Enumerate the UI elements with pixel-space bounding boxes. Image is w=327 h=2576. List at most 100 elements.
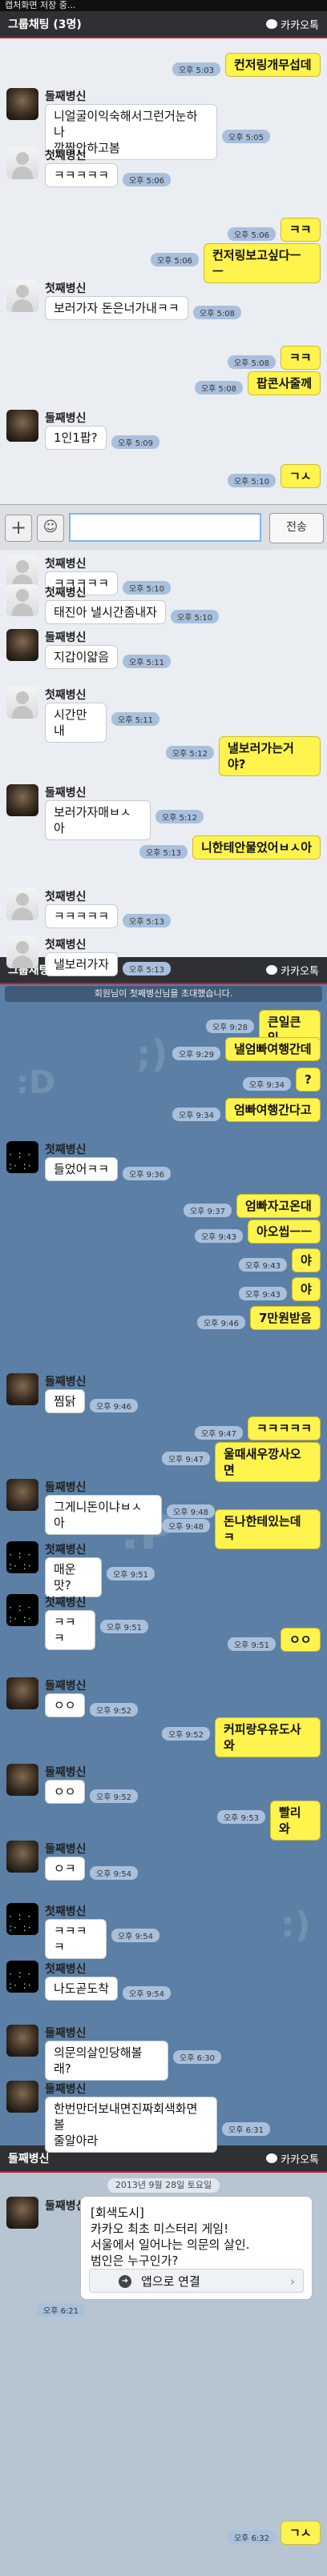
avatar[interactable] [6, 2197, 38, 2229]
avatar[interactable] [6, 629, 38, 661]
friend-message-bubble[interactable]: ㅇㅇ [45, 1693, 85, 1717]
avatar[interactable] [6, 584, 38, 616]
kakaotalk-icon [266, 965, 278, 975]
avatar[interactable] [6, 2025, 38, 2057]
sender-name: 첫째병신 [45, 558, 87, 571]
friend-message-bubble[interactable]: 매운맛? [45, 1557, 102, 1597]
avatar[interactable] [6, 1594, 38, 1626]
friend-message-bubble[interactable]: 나도곧도착 [45, 1977, 118, 2001]
message-time: 오후 9:48 [167, 1504, 216, 1518]
kakaotalk-icon [266, 19, 278, 29]
open-app-button[interactable]: ➜ 앱으로 연결 › [89, 2269, 304, 2293]
friend-message-bubble[interactable]: 1인1팝? [45, 426, 107, 450]
friend-message-bubble[interactable]: 그게니돈이냐ㅂㅅ아 [45, 1495, 162, 1535]
send-button[interactable]: 전송 [269, 513, 324, 543]
emoticon-button[interactable]: ☺ [37, 515, 64, 542]
friend-message-bubble[interactable]: ㅋㅋㅋㅋㅋ [45, 163, 118, 187]
my-message-bubble[interactable]: 7만원받음 [250, 1306, 321, 1330]
my-message-bubble[interactable]: 엄빠자고온대 [236, 1194, 321, 1218]
avatar[interactable] [6, 555, 38, 587]
my-message-bubble[interactable]: 컨저링보고싶다ㅡㅡ [204, 243, 321, 283]
my-message-bubble[interactable]: ㅇㅇ [281, 1628, 321, 1652]
friend-message-bubble[interactable]: ㅇㅇ [45, 1780, 85, 1804]
message-time: 오후 5:10 [171, 610, 220, 623]
my-message-bubble[interactable]: 커피랑우유도사와 [215, 1717, 321, 1757]
avatar[interactable] [6, 1541, 38, 1573]
friend-message-bubble[interactable]: ㅇㅋ [45, 1857, 85, 1881]
friend-message-bubble[interactable]: 의문의살인당해볼래? [45, 2041, 168, 2081]
avatar[interactable] [6, 410, 38, 442]
message-time: 오후 9:51 [107, 1567, 155, 1580]
avatar[interactable] [6, 1903, 38, 1935]
avatar[interactable] [6, 936, 38, 968]
avatar[interactable] [6, 2081, 38, 2113]
my-message-bubble[interactable]: 돈나한테있는데ㅋ [215, 1509, 321, 1549]
screenshot-page: ;) :D :P :-P :) 캡처화면 저장 중... 그룹채팅 (3명) 카… [0, 0, 327, 2576]
my-message-bubble[interactable]: ? [296, 1068, 321, 1092]
message-time: 오후 9:29 [172, 1047, 220, 1060]
avatar[interactable] [6, 888, 38, 920]
friend-message-bubble[interactable]: 지갑이얇음 [45, 645, 118, 669]
avatar[interactable] [6, 1373, 38, 1405]
date-separator: 2013년 9월 28일 토요일 [0, 2178, 327, 2193]
sender-name: 둘째병신 [45, 1376, 87, 1388]
attach-button[interactable]: + [5, 515, 32, 542]
message-time: 오후 9:36 [123, 1167, 172, 1180]
sender-name: 첫째병신 [45, 1905, 87, 1918]
friend-message-bubble[interactable]: ㅋㅋㅋㅋ [45, 1919, 107, 1959]
friend-message-bubble[interactable]: 들었어ㅋㅋ [45, 1157, 118, 1181]
avatar[interactable] [6, 1841, 38, 1873]
message-time: 오후 9:43 [238, 1258, 287, 1272]
message-time: 오후 9:54 [123, 1986, 172, 2000]
friend-message-bubble[interactable]: 보러가자매ㅂㅅ아 [45, 800, 151, 840]
my-message-bubble[interactable]: 야 [292, 1277, 321, 1301]
my-message-bubble[interactable]: ㄱㅅ [281, 464, 321, 488]
friend-message-bubble[interactable]: 태진아 낼시간좀내자 [45, 600, 166, 624]
my-message-bubble[interactable]: 울때새우깡사오면 [215, 1442, 321, 1482]
brand-text: 카카오톡 [281, 19, 319, 32]
avatar[interactable] [6, 1961, 38, 1993]
friend-message-bubble[interactable]: 찜닭 [45, 1389, 85, 1413]
avatar[interactable] [6, 784, 38, 816]
my-message-bubble[interactable]: 낼보러가는거야? [219, 736, 321, 776]
my-message-bubble[interactable]: 야 [292, 1248, 321, 1272]
friend-message-bubble[interactable]: ㅋㅋㅋㅋㅋ [45, 904, 118, 928]
message-time: 오후 5:11 [111, 712, 160, 726]
friend-message-bubble[interactable]: 한번만더보내면진짜회색화면볼 줄알아라 [45, 2097, 217, 2153]
avatar[interactable] [6, 1479, 38, 1511]
avatar[interactable] [6, 88, 38, 120]
message-time: 오후 9:47 [194, 1426, 243, 1440]
my-message-bubble[interactable]: ㅋㅋ [281, 218, 321, 242]
avatar[interactable] [6, 280, 38, 312]
sender-name: 둘째병신 [45, 631, 87, 644]
my-message-bubble[interactable]: 아오씹ㅡㅡ [248, 1220, 321, 1244]
my-message-bubble[interactable]: 빨리와 [270, 1801, 321, 1841]
avatar[interactable] [6, 147, 38, 179]
sender-name: 둘째병신 [45, 1481, 87, 1494]
my-message-bubble[interactable]: 낼엄빠여행간데 [225, 1037, 321, 1061]
message-time: 오후 5:09 [111, 435, 160, 449]
my-message-bubble[interactable]: 컨저링개무섭데 [225, 53, 321, 77]
my-message-bubble[interactable]: ㅋㅋ [281, 346, 321, 370]
avatar[interactable] [6, 1141, 38, 1173]
chat-title: 그룹채팅 (3명) [8, 18, 82, 31]
message-input[interactable] [69, 513, 261, 542]
sender-name: 첫째병신 [45, 282, 87, 295]
avatar[interactable] [6, 1677, 38, 1709]
my-message-bubble[interactable]: 팝콘사줄께 [248, 371, 321, 395]
my-message-bubble[interactable]: ㄱㅅ [281, 2521, 321, 2545]
my-message-bubble[interactable]: 엄빠여행간다고 [225, 1098, 321, 1122]
message-time: 오후 6:32 [227, 2530, 276, 2544]
kakaotalk-icon [266, 2153, 278, 2163]
friend-message-bubble[interactable]: 시간만내 [45, 703, 107, 743]
message-time: 오후 9:46 [90, 1399, 139, 1412]
friend-message-bubble[interactable]: 낼보러가자 [45, 952, 118, 976]
avatar[interactable] [6, 1764, 38, 1796]
my-message-bubble[interactable]: 니한테안물었어ㅂㅅ아 [192, 835, 321, 859]
sender-name: 첫째병신 [45, 891, 87, 903]
friend-message-bubble[interactable]: 보러가자 돈은너가내ㅋㅋ [45, 296, 188, 320]
avatar[interactable] [6, 687, 38, 719]
my-message-bubble[interactable]: ㅋㅋㅋㅋㅋ [248, 1416, 321, 1440]
brand-text: 카카오톡 [281, 2153, 319, 2166]
friend-message-bubble[interactable]: ㅋㅋㅋ [45, 1610, 95, 1650]
